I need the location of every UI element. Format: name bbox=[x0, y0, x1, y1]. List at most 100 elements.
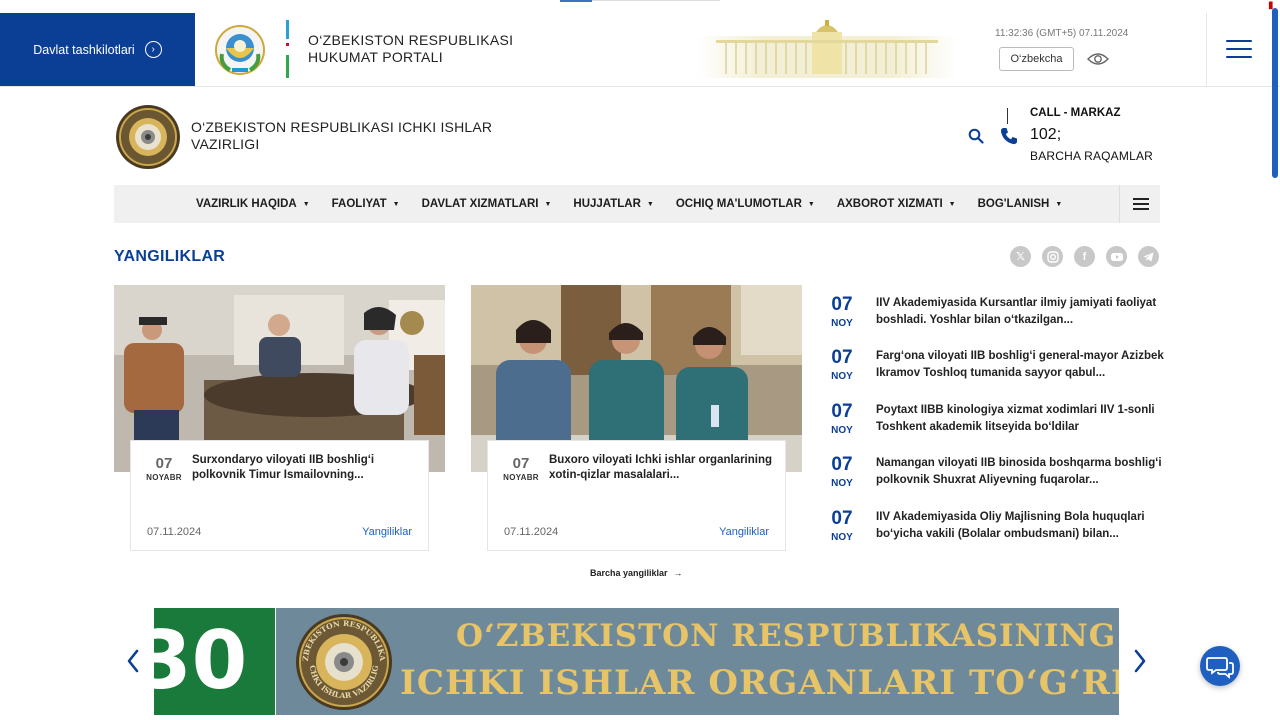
government-portal-title-line2: HUKUMAT PORTALI bbox=[308, 49, 443, 65]
x-icon[interactable]: 𝕏 bbox=[1010, 246, 1031, 267]
all-news-link[interactable]: Barcha yangiliklar → bbox=[590, 568, 683, 578]
news-list-month: NOY bbox=[831, 532, 853, 543]
news-list-item[interactable]: 07 NOY IIV Akademiyasida Kursantlar ilmi… bbox=[826, 294, 1162, 336]
chat-bubbles-icon bbox=[1206, 657, 1234, 679]
news-list-item[interactable]: 07 NOY IIV Akademiyasida Oliy Majlisning… bbox=[826, 508, 1162, 550]
chevron-right-icon: › bbox=[144, 41, 162, 58]
caret-down-icon: ▼ bbox=[392, 200, 400, 208]
news-card-month: NOYABR bbox=[146, 473, 182, 482]
banner-carousel[interactable]: 30 O'ZBEKISTON RESPUBLIKASI ICHKI ISHLAR… bbox=[154, 608, 1119, 715]
news-list-day: 07 bbox=[831, 294, 853, 315]
chat-button[interactable] bbox=[1200, 646, 1240, 686]
ministry-title[interactable]: O‘ZBEKISTON RESPUBLIKASI ICHKI ISHLAR VA… bbox=[191, 119, 511, 153]
nav-item-info-service[interactable]: AXBOROT XIZMATI ▼ bbox=[837, 198, 956, 210]
current-time: 11:32:36 (GMT+5) 07.11.2024 bbox=[995, 28, 1129, 39]
news-list-day: 07 bbox=[831, 508, 853, 529]
news-list-day: 07 bbox=[831, 347, 853, 368]
news-card-day: 07 bbox=[155, 455, 173, 472]
news-card-date: 07.11.2024 bbox=[504, 526, 559, 538]
search-icon[interactable] bbox=[968, 128, 984, 144]
news-card-day: 07 bbox=[512, 455, 530, 472]
news-list-month: NOY bbox=[831, 371, 853, 382]
news-list-item[interactable]: 07 NOY Namangan viloyati IIB binosida bo… bbox=[826, 454, 1162, 496]
banner-slide-green: 30 bbox=[154, 608, 275, 715]
news-list-item[interactable]: 07 NOY Poytaxt IIBB kinologiya xizmat xo… bbox=[826, 401, 1162, 443]
nav-item-label: DAVLAT XIZMATLARI bbox=[421, 198, 539, 210]
ministry-emblem-logo[interactable] bbox=[115, 104, 181, 170]
call-center-number[interactable]: 102; bbox=[1030, 126, 1061, 144]
caret-down-icon: ▼ bbox=[807, 200, 815, 208]
menu-bar-icon bbox=[1133, 203, 1149, 205]
news-list-title[interactable]: Farg‘ona viloyati IIB boshlig‘i general-… bbox=[876, 348, 1164, 382]
youtube-icon[interactable] bbox=[1106, 246, 1127, 267]
menu-bar-icon bbox=[1133, 198, 1149, 200]
carousel-next-arrow-icon[interactable] bbox=[1132, 648, 1148, 674]
banner-heading-line1: O‘ZBEKISTON RESPUBLIKASINING QONUN bbox=[456, 618, 1119, 654]
arrow-right-icon: → bbox=[673, 568, 683, 578]
banner-green-number: 30 bbox=[154, 614, 247, 707]
flag-divider bbox=[286, 20, 289, 78]
caret-down-icon: ▼ bbox=[544, 200, 552, 208]
news-card-date: 07.11.2024 bbox=[147, 526, 202, 538]
news-list-title[interactable]: IIV Akademiyasida Kursantlar ilmiy jamiy… bbox=[876, 295, 1164, 329]
nav-item-label: AXBOROT XIZMATI bbox=[836, 198, 943, 210]
government-portal-title-line1: O‘ZBEKISTON RESPUBLIKASI bbox=[308, 32, 514, 48]
page-indicator-track bbox=[592, 0, 720, 1]
government-building-image bbox=[696, 20, 958, 78]
main-menu-button[interactable] bbox=[1226, 38, 1252, 60]
nav-item-label: HUJJATLAR bbox=[573, 198, 641, 210]
nav-item-documents[interactable]: HUJJATLAR ▼ bbox=[573, 198, 653, 210]
all-news-label: Barcha yangiliklar bbox=[590, 568, 668, 578]
menu-bar-icon bbox=[1226, 56, 1252, 59]
news-list-day: 07 bbox=[831, 454, 853, 475]
government-portal-bar: Davlat tashkilotlari › O‘ZBEKISTON RESPU… bbox=[0, 0, 1280, 87]
government-portal-title[interactable]: O‘ZBEKISTON RESPUBLIKASI HUKUMAT PORTALI bbox=[308, 32, 513, 66]
caret-down-icon: ▼ bbox=[302, 200, 310, 208]
call-divider bbox=[1007, 108, 1008, 124]
nav-items: VAZIRLIK HAQIDA ▼ FAOLIYAT ▼ DAVLAT XIZMAT… bbox=[196, 185, 1062, 223]
phone-icon bbox=[1000, 128, 1017, 145]
news-list-title[interactable]: IIV Akademiyasida Oliy Majlisning Bola h… bbox=[876, 509, 1164, 543]
menu-bar-icon bbox=[1226, 48, 1252, 51]
telegram-icon[interactable] bbox=[1138, 246, 1159, 267]
nav-item-activity[interactable]: FAOLIYAT ▼ bbox=[332, 198, 400, 210]
nav-item-open-data[interactable]: OCHIQ MA'LUMOTLAR ▼ bbox=[676, 198, 815, 210]
social-links: 𝕏 f bbox=[1010, 246, 1159, 267]
accessibility-eye-icon[interactable] bbox=[1087, 51, 1109, 67]
news-card-category[interactable]: Yangiliklar bbox=[362, 526, 412, 538]
state-emblem-icon[interactable] bbox=[214, 24, 266, 76]
news-list-title[interactable]: Poytaxt IIBB kinologiya xizmat xodimlari… bbox=[876, 402, 1164, 436]
nav-item-contact[interactable]: BOG'LANISH ▼ bbox=[978, 198, 1063, 210]
caret-down-icon: ▼ bbox=[948, 200, 956, 208]
facebook-icon[interactable]: f bbox=[1074, 246, 1095, 267]
scrollbar[interactable] bbox=[1272, 8, 1278, 178]
menu-bar-icon bbox=[1133, 208, 1149, 210]
nav-item-label: OCHIQ MA'LUMOTLAR bbox=[675, 198, 802, 210]
banner-slide-main: O'ZBEKISTON RESPUBLIKASI ICHKI ISHLAR VA… bbox=[276, 608, 1119, 715]
news-card[interactable]: 07 NOYABR Buxoro viloyati Ichki ishlar o… bbox=[487, 440, 786, 551]
government-organizations-button[interactable]: Davlat tashkilotlari › bbox=[0, 13, 195, 86]
government-organizations-label: Davlat tashkilotlari bbox=[33, 42, 135, 57]
ministry-emblem-icon: O'ZBEKISTON RESPUBLIKASI ICHKI ISHLAR VA… bbox=[294, 612, 392, 710]
nav-item-label: FAOLIYAT bbox=[331, 198, 387, 210]
language-selector[interactable]: O‘zbekcha bbox=[999, 47, 1074, 71]
news-list-month: NOY bbox=[831, 425, 853, 436]
news-card-title[interactable]: Surxondaryo viloyati IIB boshlig‘i polko… bbox=[192, 453, 420, 483]
nav-item-about[interactable]: VAZIRLIK HAQIDA ▼ bbox=[196, 198, 310, 210]
news-card-title[interactable]: Buxoro viloyati Ichki ishlar organlarini… bbox=[549, 453, 777, 483]
caret-down-icon: ▼ bbox=[1055, 200, 1063, 208]
nav-menu-button[interactable] bbox=[1119, 185, 1160, 223]
news-card[interactable]: 07 NOYABR Surxondaryo viloyati IIB boshl… bbox=[130, 440, 429, 551]
nav-item-services[interactable]: DAVLAT XIZMATLARI ▼ bbox=[422, 198, 552, 210]
instagram-icon[interactable] bbox=[1042, 246, 1063, 267]
news-list-day: 07 bbox=[831, 401, 853, 422]
all-numbers-link[interactable]: BARCHA RAQAMLAR bbox=[1030, 149, 1153, 163]
page-indicator bbox=[560, 0, 592, 2]
news-card-month: NOYABR bbox=[503, 473, 539, 482]
carousel-prev-arrow-icon[interactable] bbox=[125, 648, 141, 674]
news-card-category[interactable]: Yangiliklar bbox=[719, 526, 769, 538]
news-list-title[interactable]: Namangan viloyati IIB binosida boshqarma… bbox=[876, 455, 1164, 489]
news-list-month: NOY bbox=[831, 318, 853, 329]
news-list-item[interactable]: 07 NOY Farg‘ona viloyati IIB boshlig‘i g… bbox=[826, 347, 1164, 389]
news-section-title: YANGILIKLAR bbox=[114, 248, 226, 265]
